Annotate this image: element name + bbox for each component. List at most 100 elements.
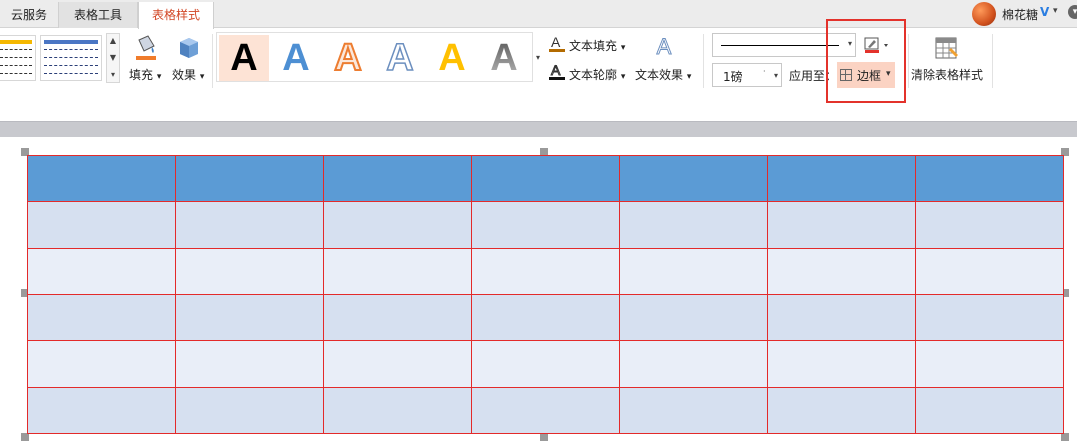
table-cell[interactable] — [175, 386, 324, 434]
table-cell[interactable] — [915, 201, 1064, 249]
wordart-style-blue-outline[interactable]: A — [375, 35, 425, 81]
table-cell[interactable] — [175, 247, 324, 295]
user-avatar[interactable] — [972, 2, 996, 26]
table-cell[interactable] — [767, 247, 916, 295]
table-style-swatch-blue[interactable] — [40, 35, 102, 81]
table-style-swatch-orange[interactable] — [0, 35, 36, 81]
table-cell[interactable] — [619, 294, 768, 342]
wordart-style-gold[interactable]: A — [427, 35, 477, 81]
resize-handle-bottom-right[interactable] — [1061, 433, 1069, 441]
scroll-down-icon[interactable]: ▼ — [107, 53, 119, 63]
fill-button[interactable]: 填充 ▾ — [129, 66, 161, 83]
fill-bucket-icon[interactable] — [130, 34, 162, 62]
line-weight-spinner-icon[interactable]: · — [763, 67, 766, 76]
tab-cloud-service[interactable]: 云服务 — [0, 2, 58, 28]
wordart-style-gallery[interactable]: A A A A A A — [216, 32, 533, 82]
table-cell[interactable] — [323, 386, 472, 434]
table-cell[interactable] — [175, 201, 324, 249]
clear-table-style-button[interactable]: 清除表格样式 — [911, 66, 983, 83]
resize-handle-bottom-center[interactable] — [540, 433, 548, 441]
tab-table-style[interactable]: 表格样式 — [138, 2, 214, 29]
ribbon-divider — [212, 34, 213, 88]
table-header-cell[interactable] — [767, 155, 916, 203]
table-cell[interactable] — [619, 247, 768, 295]
table-cell[interactable] — [767, 386, 916, 434]
effects-cube-icon[interactable] — [176, 34, 202, 62]
table-cell[interactable] — [175, 340, 324, 388]
table-cell[interactable] — [619, 340, 768, 388]
table-cell[interactable] — [915, 294, 1064, 342]
wordart-style-orange-outline[interactable]: A — [323, 35, 373, 81]
effects-label: 效果 — [172, 68, 197, 82]
wordart-expand-icon[interactable]: ▾ — [533, 53, 543, 63]
table-cell[interactable] — [323, 294, 472, 342]
text-outline-chevron-icon: ▾ — [620, 72, 626, 82]
border-line-weight-select[interactable]: 1磅 · ▾ — [712, 63, 782, 87]
table-cell[interactable] — [471, 247, 620, 295]
user-menu-chevron-down-icon[interactable]: ▾ — [1053, 6, 1058, 16]
line-weight-value: 1磅 — [723, 70, 743, 84]
resize-handle-bottom-left[interactable] — [21, 433, 29, 441]
user-name[interactable]: 棉花糖 — [1002, 6, 1038, 23]
table-cell[interactable] — [27, 294, 176, 342]
table-cell[interactable] — [323, 247, 472, 295]
table-cell[interactable] — [471, 201, 620, 249]
ribbon-divider — [703, 34, 704, 88]
ribbon-divider — [908, 34, 909, 88]
table-cell[interactable] — [619, 386, 768, 434]
wordart-style-black[interactable]: A — [219, 35, 269, 81]
table-cell[interactable] — [767, 340, 916, 388]
ribbon-bottom-band — [0, 121, 1077, 137]
table-style-gallery-scroll[interactable]: ▲ ▼ ▾ — [106, 33, 120, 83]
table-cell[interactable] — [27, 386, 176, 434]
wordart-style-gray-gradient[interactable]: A — [479, 35, 529, 81]
more-options-icon[interactable]: ▾ — [1068, 5, 1077, 19]
tab-table-tools[interactable]: 表格工具 — [58, 2, 138, 28]
table-cell[interactable] — [471, 294, 620, 342]
text-outline-button[interactable]: 文本轮廓 ▾ — [569, 66, 625, 83]
vip-badge-icon: V — [1040, 5, 1050, 19]
effects-dropdown-chevron-icon: ▾ — [199, 72, 205, 82]
text-effects-chevron-icon: ▾ — [686, 72, 692, 82]
effects-button[interactable]: 效果 ▾ — [172, 66, 204, 83]
table-cell[interactable] — [619, 201, 768, 249]
table-cell[interactable] — [27, 201, 176, 249]
gallery-expand-icon[interactable]: ▾ — [107, 70, 119, 80]
text-fill-button[interactable]: 文本填充 ▾ — [569, 37, 625, 54]
styled-table[interactable] — [27, 155, 1064, 434]
ribbon-divider — [992, 34, 993, 88]
wordart-gallery-expand[interactable]: ▾ — [533, 33, 543, 83]
table-header-cell[interactable] — [175, 155, 324, 203]
text-effects-button[interactable]: 文本效果 ▾ — [635, 66, 691, 83]
table-cell[interactable] — [915, 247, 1064, 295]
table-cell[interactable] — [767, 201, 916, 249]
table-cell[interactable] — [471, 340, 620, 388]
highlight-annotation-box — [826, 19, 906, 103]
text-effects-label: 文本效果 — [635, 68, 684, 82]
clear-table-style-icon[interactable] — [934, 36, 960, 62]
text-fill-label: 文本填充 — [569, 39, 618, 53]
table-cell[interactable] — [767, 294, 916, 342]
table-cell[interactable] — [471, 386, 620, 434]
text-effects-icon[interactable]: A — [652, 34, 676, 62]
table-header-cell[interactable] — [619, 155, 768, 203]
text-fill-icon[interactable]: A — [549, 34, 565, 53]
scroll-up-icon[interactable]: ▲ — [107, 36, 119, 46]
text-fill-chevron-icon: ▾ — [620, 43, 626, 53]
wordart-gray-letter: A — [490, 37, 518, 79]
table-cell[interactable] — [915, 386, 1064, 434]
fill-label: 填充 — [129, 68, 154, 82]
table-cell[interactable] — [323, 201, 472, 249]
table-header-cell[interactable] — [915, 155, 1064, 203]
table-cell[interactable] — [27, 247, 176, 295]
table-cell[interactable] — [175, 294, 324, 342]
table-header-cell[interactable] — [471, 155, 620, 203]
table-cell[interactable] — [915, 340, 1064, 388]
fill-dropdown-chevron-icon: ▾ — [156, 72, 162, 82]
table-cell[interactable] — [27, 340, 176, 388]
text-outline-icon[interactable]: A — [549, 62, 565, 81]
table-cell[interactable] — [323, 340, 472, 388]
wordart-style-blue[interactable]: A — [271, 35, 321, 81]
table-header-cell[interactable] — [323, 155, 472, 203]
table-header-cell[interactable] — [27, 155, 176, 203]
